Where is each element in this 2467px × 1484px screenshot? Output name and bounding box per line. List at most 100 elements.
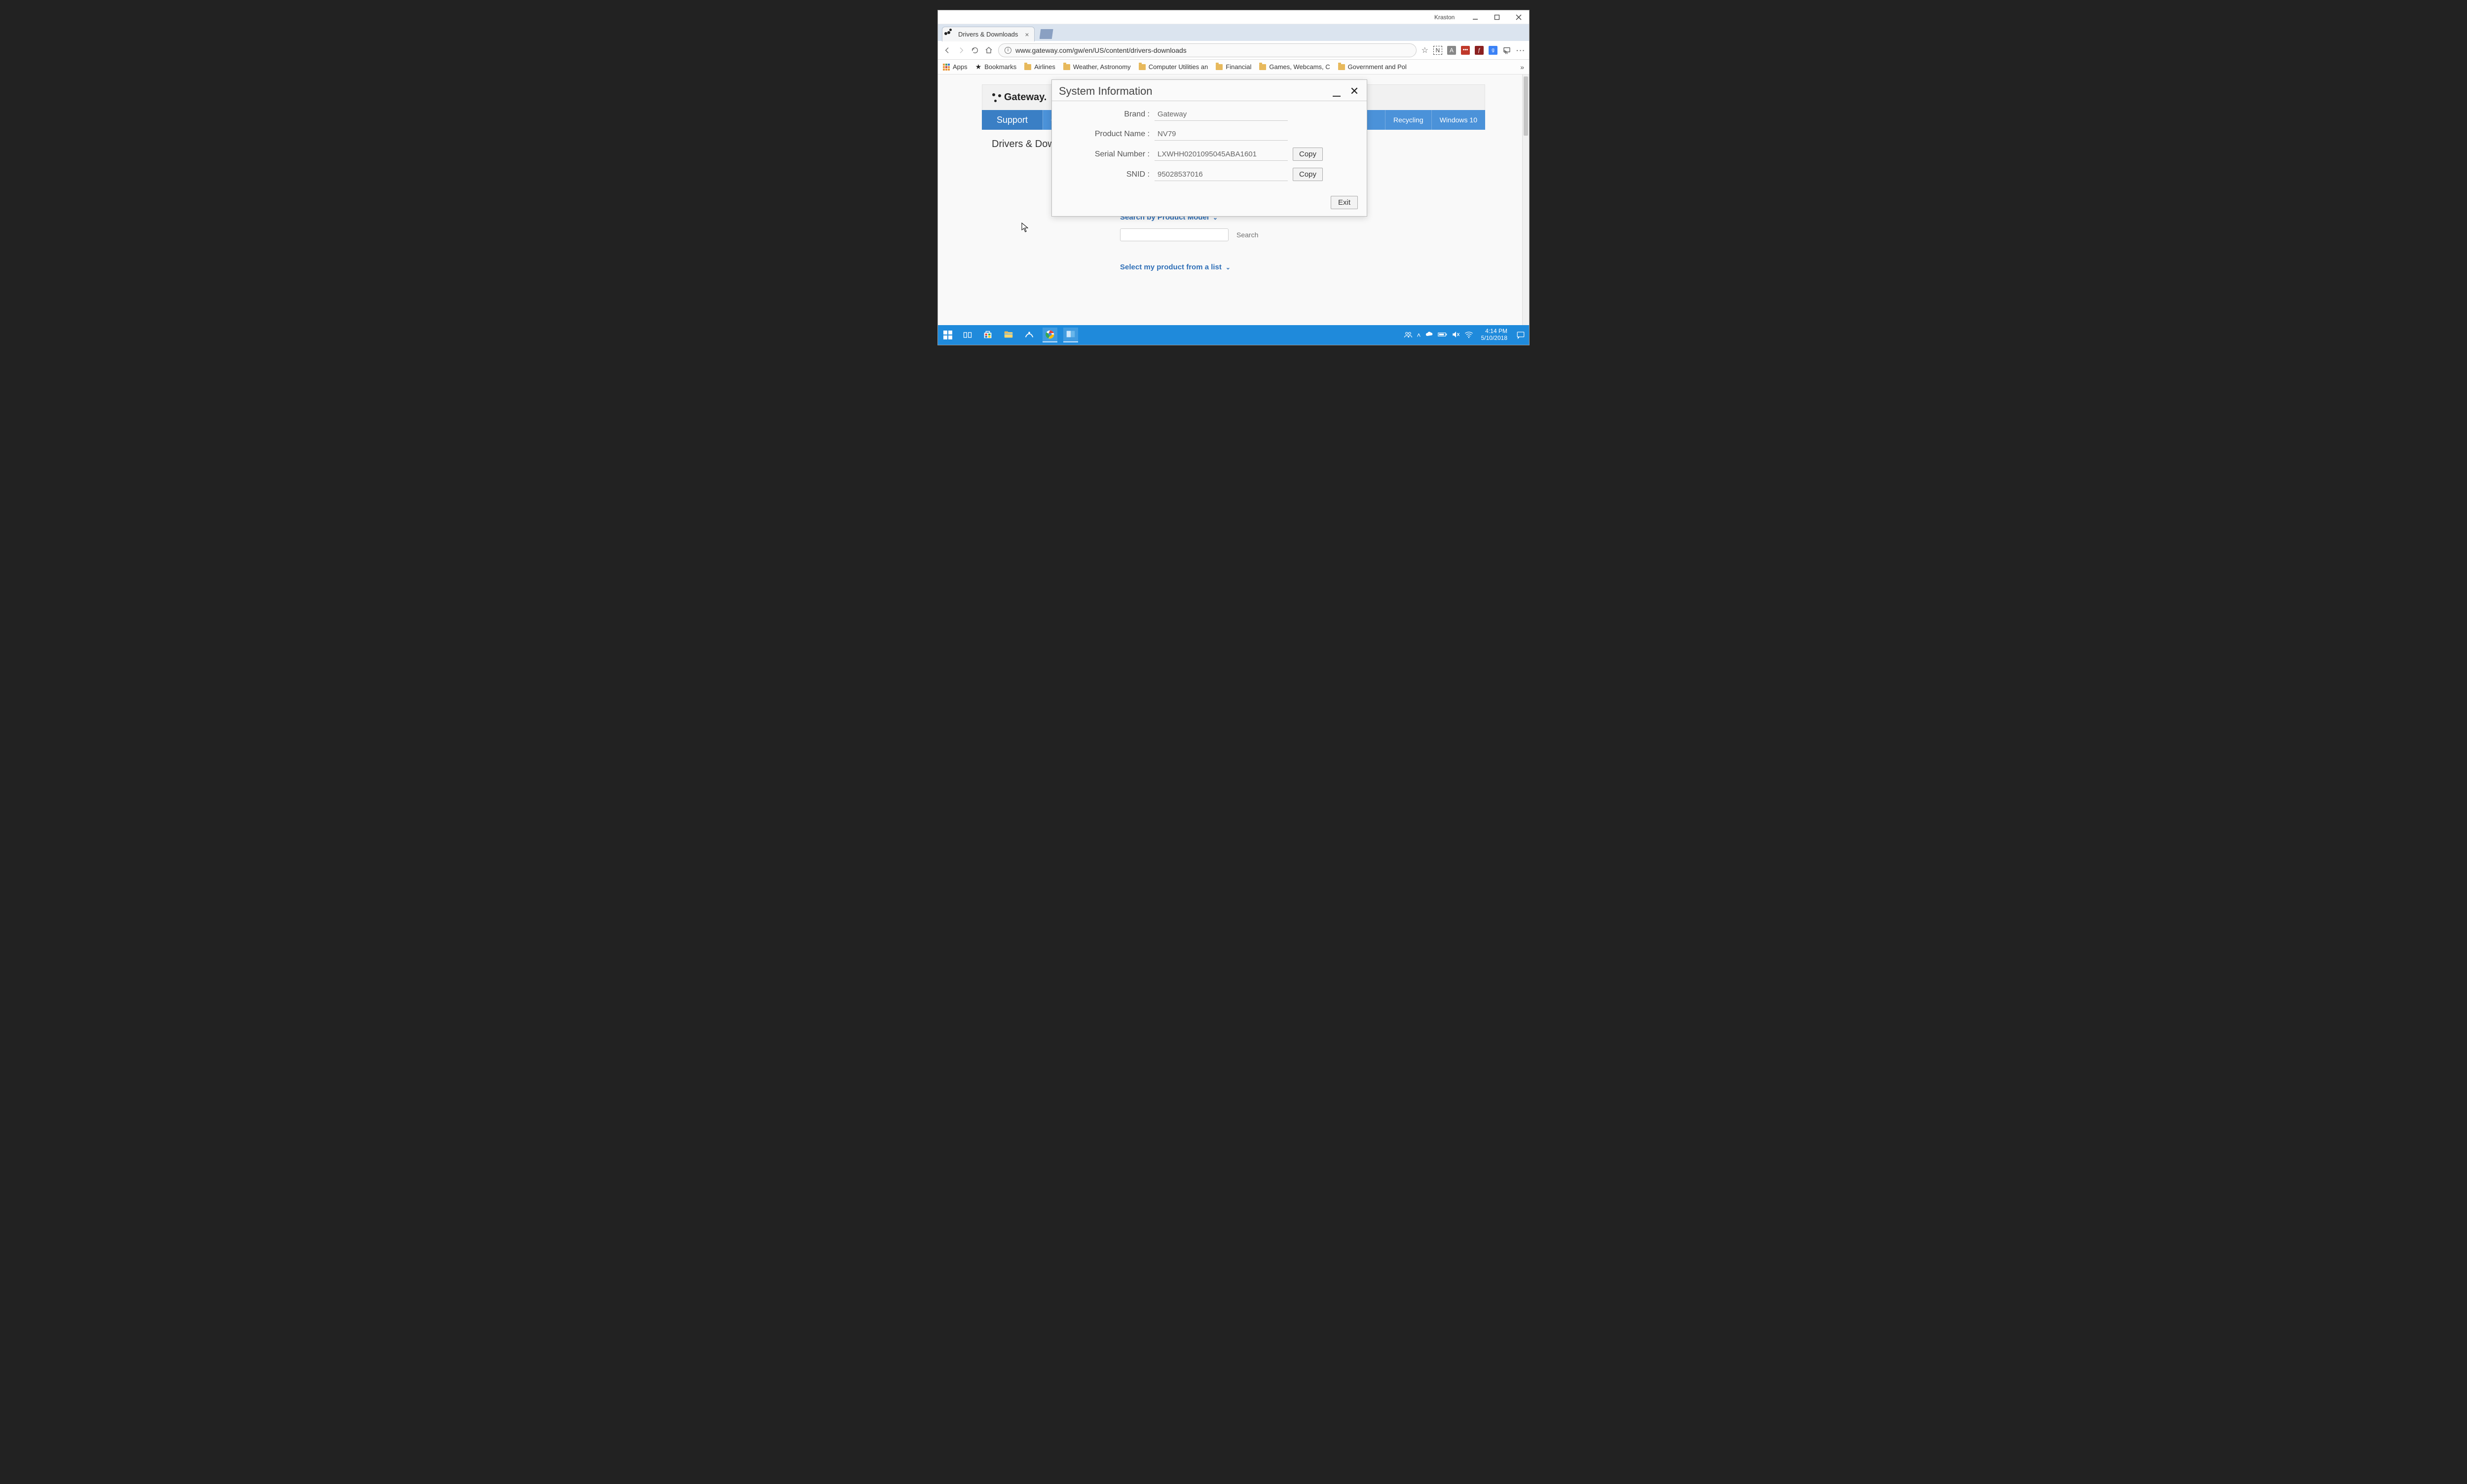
- system-information-window: System Information ✕ Brand : Product Nam…: [1051, 79, 1367, 217]
- extension-adobe-icon[interactable]: A: [1447, 46, 1456, 55]
- bookmark-folder[interactable]: Government and Pol: [1338, 63, 1407, 71]
- tab-title: Drivers & Downloads: [958, 31, 1018, 38]
- tab-close-icon[interactable]: ×: [1025, 31, 1029, 38]
- serial-number-value[interactable]: [1155, 148, 1288, 161]
- chrome-menu-icon[interactable]: ⋮: [1515, 46, 1526, 54]
- extension-lastpass-icon[interactable]: •••: [1461, 46, 1470, 55]
- folder-icon: [1024, 64, 1031, 70]
- extension-icons: N A ••• ƒ g ⋮: [1433, 45, 1524, 55]
- action-center-icon[interactable]: [1515, 330, 1526, 340]
- volume-muted-icon[interactable]: [1452, 331, 1460, 340]
- gateway-logo[interactable]: Gateway.: [992, 92, 1047, 103]
- nav-support[interactable]: Support: [982, 110, 1043, 130]
- window-maximize-button[interactable]: [1490, 12, 1504, 23]
- window-close-button[interactable]: [1511, 12, 1526, 23]
- browser-tab[interactable]: Drivers & Downloads ×: [942, 27, 1035, 41]
- tab-favicon-icon: [947, 31, 954, 38]
- taskbar-sysinfo-icon[interactable]: [1063, 328, 1078, 342]
- back-button[interactable]: [943, 46, 952, 55]
- bookmark-label: Government and Pol: [1348, 63, 1407, 71]
- battery-icon[interactable]: [1438, 331, 1448, 339]
- system-tray[interactable]: ˄: [1404, 330, 1473, 340]
- taskbar-app-icon[interactable]: [1022, 328, 1037, 342]
- wifi-icon[interactable]: [1464, 331, 1473, 340]
- bookmark-folder[interactable]: Financial: [1216, 63, 1251, 71]
- apps-grid-icon: [943, 64, 950, 71]
- bookmarks-overflow-icon[interactable]: »: [1520, 63, 1524, 71]
- browser-tabstrip: Drivers & Downloads ×: [938, 24, 1529, 41]
- forward-button[interactable]: [957, 46, 966, 55]
- folder-icon: [1338, 64, 1345, 70]
- tray-chevron-up-icon[interactable]: ˄: [1417, 331, 1420, 339]
- bookmark-star-icon[interactable]: ☆: [1421, 45, 1428, 55]
- product-name-value[interactable]: [1155, 128, 1288, 141]
- task-view-button[interactable]: [961, 328, 974, 342]
- sysinfo-body: Brand : Product Name : Serial Number : C…: [1052, 101, 1367, 193]
- select-from-list-label: Select my product from a list: [1120, 263, 1222, 271]
- taskbar-explorer-icon[interactable]: [1001, 328, 1016, 342]
- bookmark-folder[interactable]: Weather, Astronomy: [1063, 63, 1131, 71]
- snid-label: SNID :: [1061, 170, 1150, 179]
- folder-icon: [1139, 64, 1146, 70]
- desktop-screen: Kraston Drivers & Downloads ×: [937, 10, 1530, 345]
- serial-number-label: Serial Number :: [1061, 150, 1150, 159]
- brand-value[interactable]: [1155, 108, 1288, 121]
- select-from-list-toggle[interactable]: Select my product from a list ⌄: [1120, 263, 1485, 271]
- start-button[interactable]: [941, 328, 955, 342]
- reload-button[interactable]: [971, 46, 979, 55]
- product-search-section: Search by Product Model ⌄ Search Select …: [982, 213, 1485, 271]
- copy-serial-button[interactable]: Copy: [1293, 148, 1323, 161]
- folder-icon: [1216, 64, 1223, 70]
- extension-translate-icon[interactable]: g: [1489, 46, 1497, 55]
- extension-flash-icon[interactable]: ƒ: [1475, 46, 1484, 55]
- people-icon[interactable]: [1404, 330, 1413, 340]
- url-text: www.gateway.com/gw/en/US/content/drivers…: [1015, 46, 1187, 54]
- search-label[interactable]: Search: [1236, 231, 1258, 239]
- sysinfo-title: System Information: [1059, 85, 1331, 98]
- bookmark-folder[interactable]: Airlines: [1024, 63, 1055, 71]
- nav-recycling[interactable]: Recycling: [1385, 110, 1431, 130]
- bookmarks-bar: Apps ★ Bookmarks Airlines Weather, Astro…: [938, 60, 1529, 74]
- bookmark-label: Computer Utilities an: [1149, 63, 1208, 71]
- snid-value[interactable]: [1155, 168, 1288, 181]
- cast-icon[interactable]: [1502, 46, 1511, 55]
- bookmark-label: Weather, Astronomy: [1073, 63, 1131, 71]
- copy-snid-button[interactable]: Copy: [1293, 168, 1323, 181]
- product-search-input[interactable]: [1120, 228, 1229, 241]
- folder-icon: [1063, 64, 1070, 70]
- taskbar-clock[interactable]: 4:14 PM 5/10/2018: [1478, 328, 1510, 342]
- windows-taskbar: ˄ 4:14 PM 5/10/2018: [938, 325, 1529, 345]
- page-viewport: Gateway. Support Ove Recycling Windows 1…: [938, 74, 1529, 325]
- extension-norton-icon[interactable]: N: [1433, 46, 1442, 55]
- site-info-icon[interactable]: i: [1005, 47, 1011, 54]
- bookmark-folder[interactable]: Games, Webcams, C: [1259, 63, 1330, 71]
- scrollbar-thumb[interactable]: [1524, 76, 1528, 136]
- window-titlebar: Kraston: [938, 10, 1529, 24]
- onedrive-icon[interactable]: [1425, 331, 1434, 339]
- bookmark-folder[interactable]: Computer Utilities an: [1139, 63, 1208, 71]
- gateway-mark-icon: [992, 93, 1001, 102]
- taskbar-store-icon[interactable]: [980, 328, 995, 342]
- brand-label: Brand :: [1061, 110, 1150, 119]
- taskbar-chrome-icon[interactable]: [1043, 328, 1057, 342]
- sysinfo-minimize-button[interactable]: [1331, 86, 1342, 97]
- chrome-profile-label[interactable]: Kraston: [941, 14, 1455, 21]
- bookmarks-menu[interactable]: ★ Bookmarks: [975, 63, 1017, 71]
- window-minimize-button[interactable]: [1468, 12, 1483, 23]
- bookmarks-label: Bookmarks: [984, 63, 1016, 71]
- home-button[interactable]: [984, 46, 993, 55]
- sysinfo-titlebar[interactable]: System Information ✕: [1052, 80, 1367, 101]
- vertical-scrollbar[interactable]: [1522, 74, 1529, 325]
- browser-toolbar: i www.gateway.com/gw/en/US/content/drive…: [938, 41, 1529, 60]
- product-name-label: Product Name :: [1061, 130, 1150, 139]
- chevron-down-icon: ⌄: [1226, 264, 1231, 271]
- apps-button[interactable]: Apps: [943, 63, 968, 71]
- taskbar-time: 4:14 PM: [1481, 328, 1507, 335]
- nav-windows10[interactable]: Windows 10: [1431, 110, 1485, 130]
- sysinfo-exit-button[interactable]: Exit: [1331, 196, 1358, 209]
- bookmark-label: Airlines: [1034, 63, 1055, 71]
- bookmark-label: Financial: [1226, 63, 1251, 71]
- new-tab-button[interactable]: [1040, 29, 1053, 39]
- address-bar[interactable]: i www.gateway.com/gw/en/US/content/drive…: [998, 43, 1417, 57]
- sysinfo-close-button[interactable]: ✕: [1349, 86, 1360, 97]
